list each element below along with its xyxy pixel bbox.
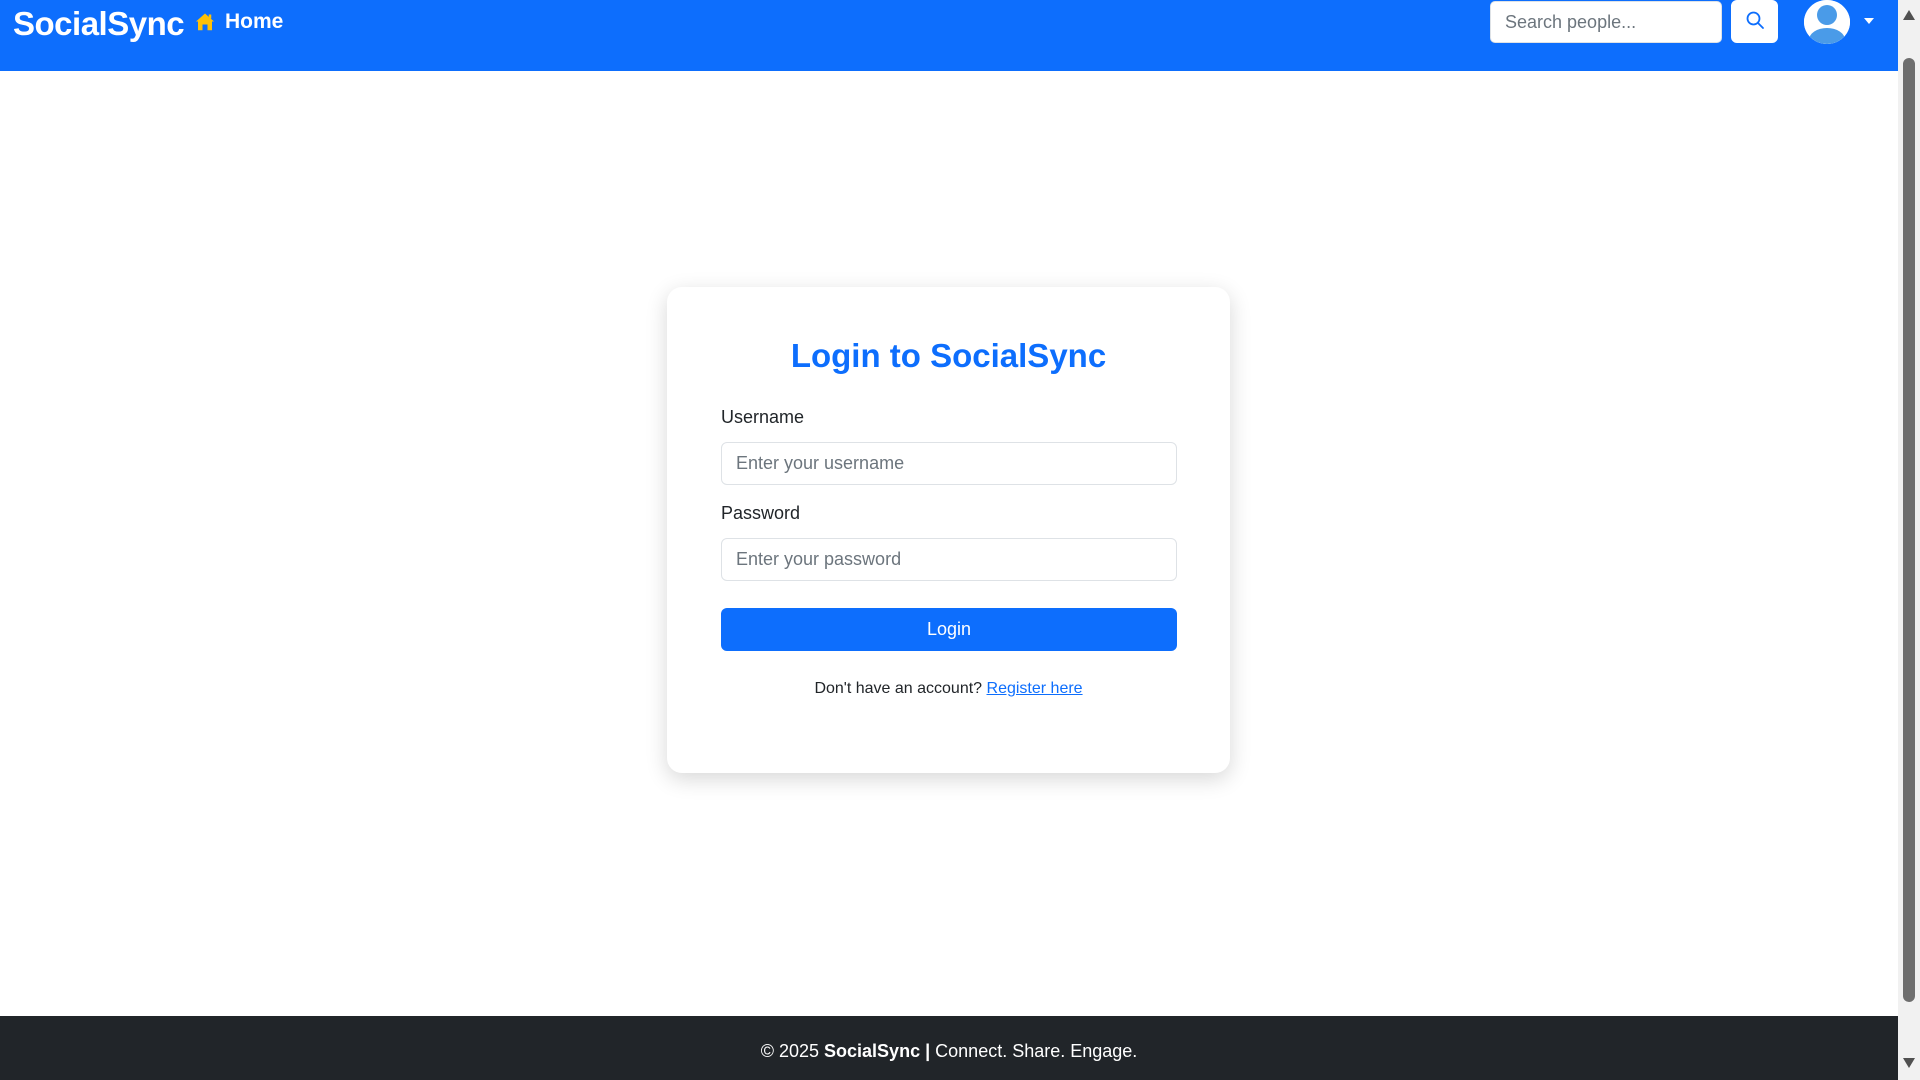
nav-home-label: Home <box>225 10 284 33</box>
scroll-down-arrow-icon[interactable] <box>1903 1058 1915 1068</box>
footer-tagline: Connect. Share. Engage. <box>935 1040 1138 1061</box>
login-button[interactable]: Login <box>721 608 1177 651</box>
username-label: Username <box>721 407 805 427</box>
username-input[interactable] <box>721 442 1177 485</box>
caret-down-icon[interactable] <box>1864 18 1874 24</box>
nav-home-link[interactable]: Home <box>195 10 283 34</box>
login-title: Login to SocialSync <box>790 337 1107 374</box>
search-icon <box>1745 10 1765 33</box>
register-prompt-text: Don't have an account? <box>814 680 983 697</box>
register-link[interactable]: Register here <box>987 680 1083 697</box>
footer-copyright: © 2025 <box>760 1040 820 1061</box>
register-prompt: Don't have an account? Register here <box>667 680 1230 698</box>
user-avatar-icon <box>1804 0 1850 44</box>
user-avatar-button[interactable] <box>1804 0 1850 44</box>
scrollbar-thumb[interactable] <box>1903 58 1915 1002</box>
scroll-up-arrow-icon[interactable] <box>1903 10 1915 20</box>
footer-brand: SocialSync <box>824 1040 921 1061</box>
house-icon <box>195 12 215 32</box>
top-navbar: SocialSync Home <box>0 0 1898 71</box>
login-card: Login to SocialSync Username Password Lo… <box>667 287 1230 773</box>
page-footer: © 2025 SocialSync | Connect. Share. Enga… <box>0 1016 1898 1080</box>
search-button[interactable] <box>1731 0 1778 43</box>
footer-separator: | <box>925 1040 931 1061</box>
vertical-scrollbar[interactable] <box>1898 0 1920 1080</box>
brand-logo-link[interactable]: SocialSync <box>13 4 185 44</box>
password-input[interactable] <box>721 538 1177 581</box>
password-label: Password <box>721 503 801 523</box>
search-people-input[interactable] <box>1490 1 1722 43</box>
